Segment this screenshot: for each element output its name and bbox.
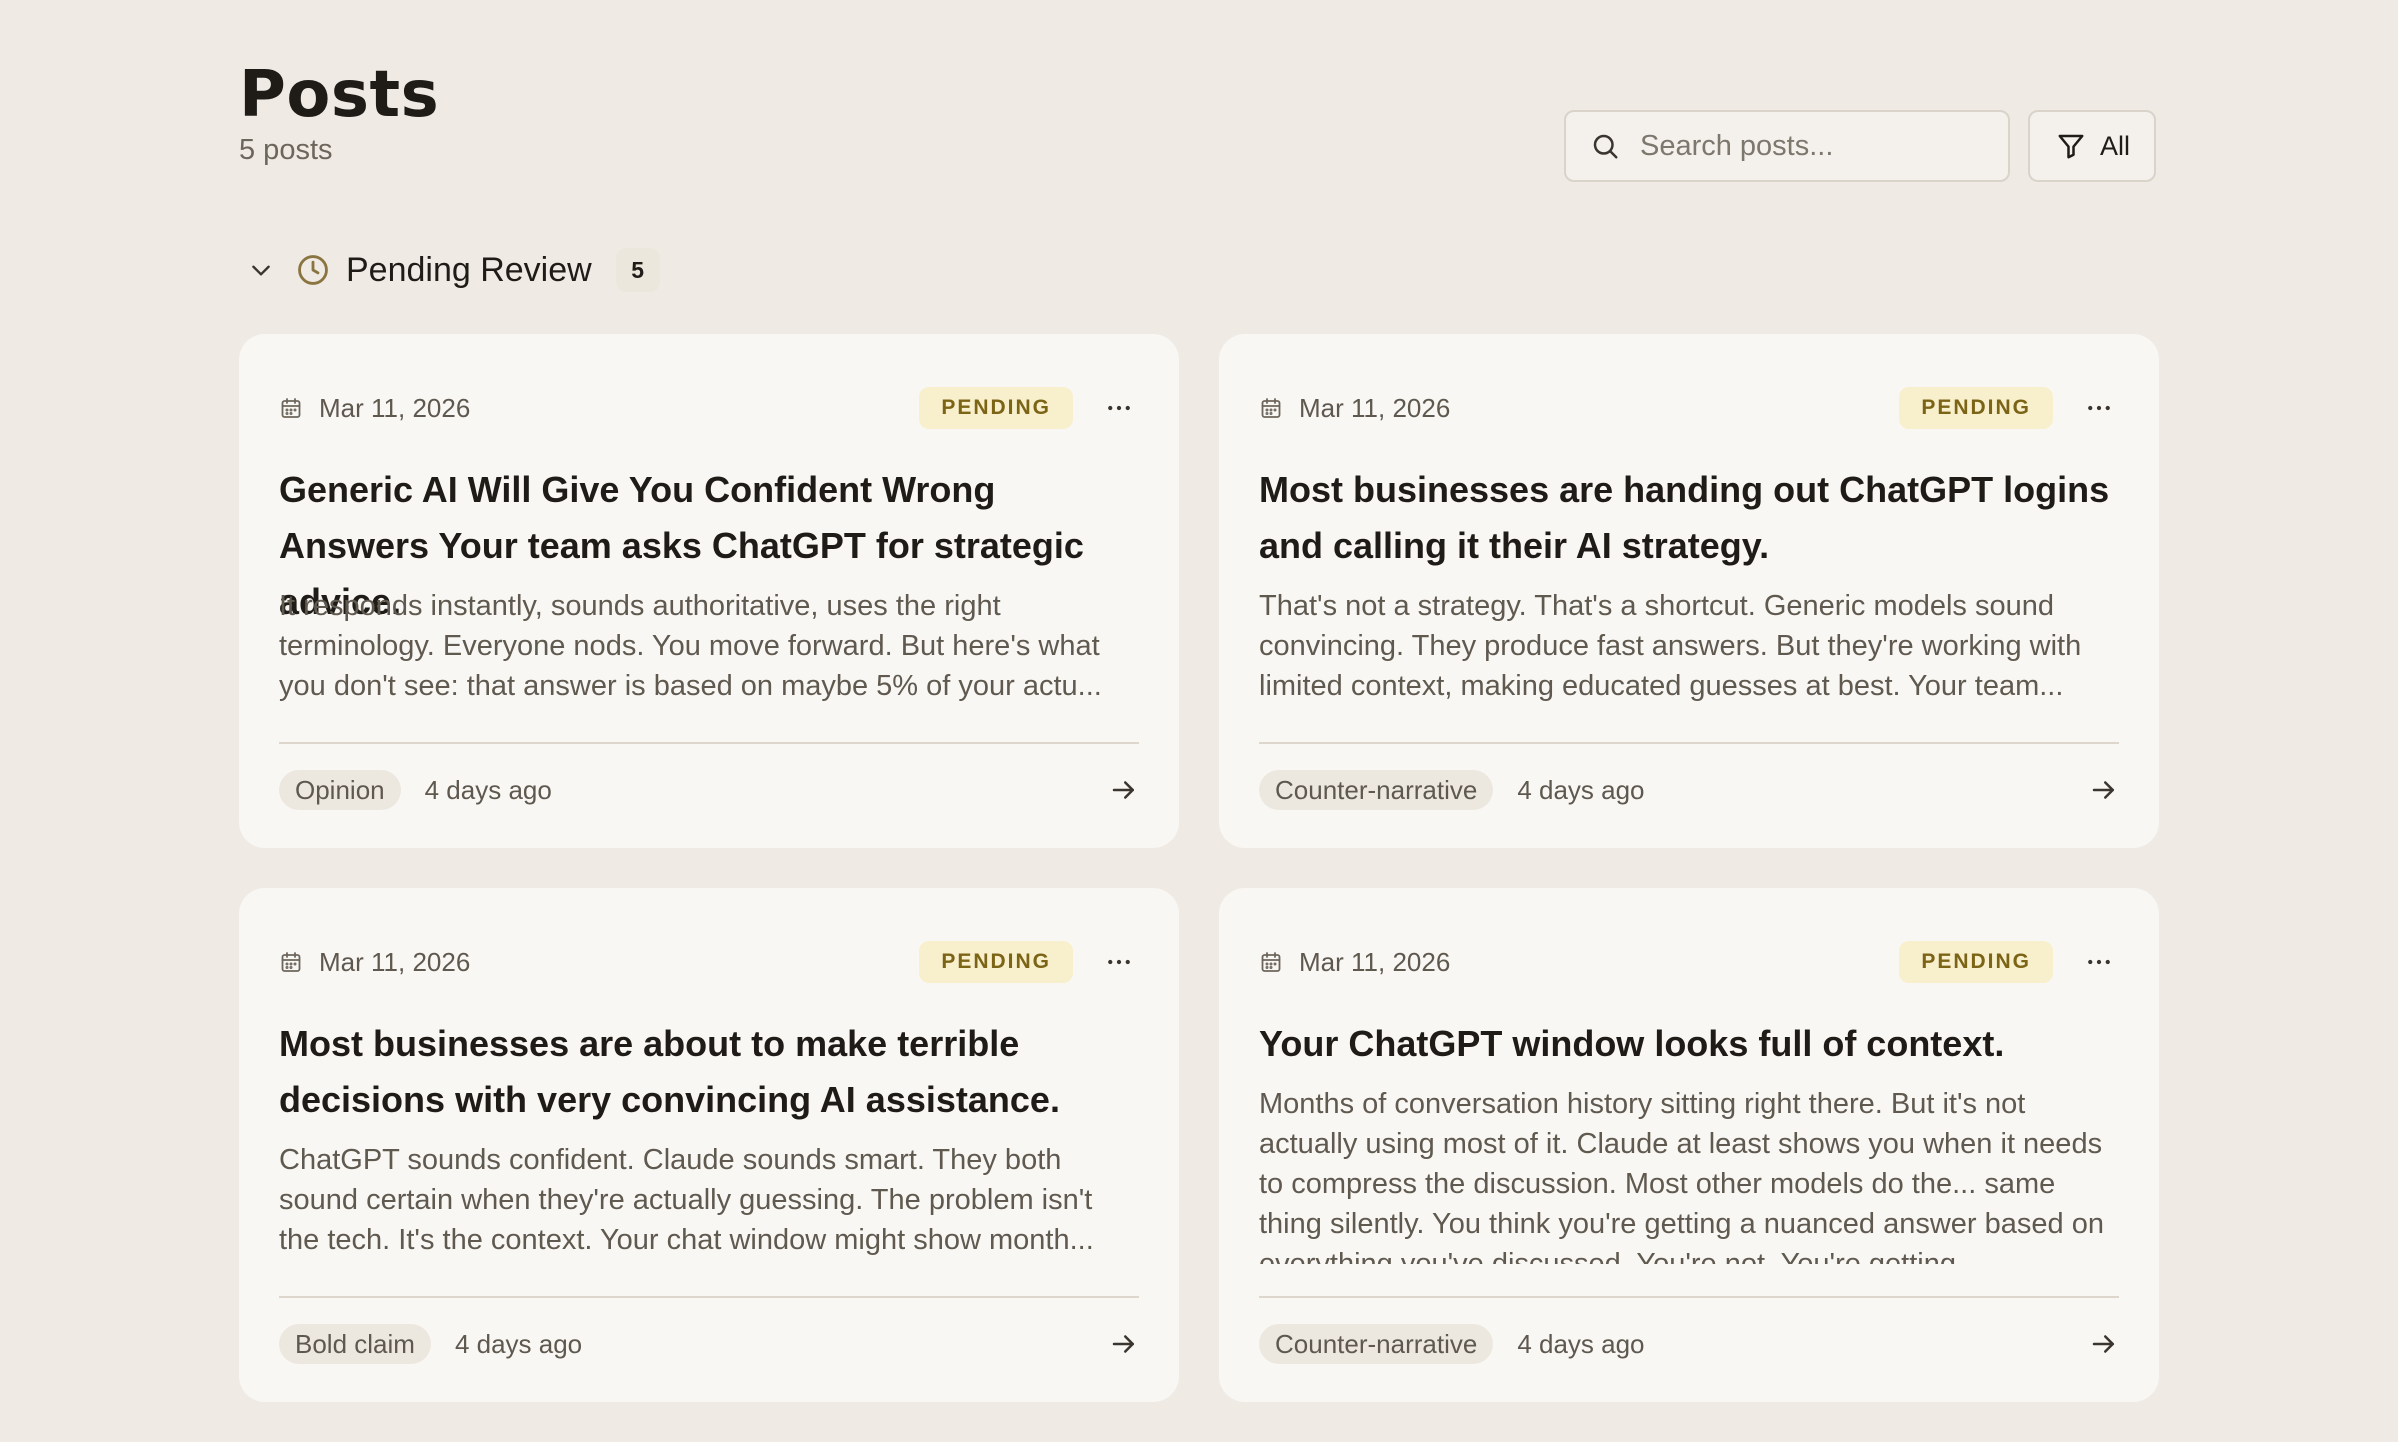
card-date-text: Mar 11, 2026	[319, 392, 471, 423]
time-ago: 4 days ago	[424, 774, 552, 805]
arrow-right-icon	[1112, 781, 1134, 799]
open-post-button[interactable]	[1109, 1329, 1139, 1359]
card-title[interactable]: Your ChatGPT window looks full of contex…	[1259, 1016, 2119, 1072]
post-count: 5 posts	[239, 134, 333, 166]
chevron-down-icon[interactable]	[248, 257, 274, 283]
filter-label: All	[2099, 130, 2130, 161]
time-ago: 4 days ago	[1517, 1328, 1645, 1359]
card-footer: Counter-narrative 4 days ago	[1259, 768, 2119, 812]
card-excerpt: Months of conversation history sitting r…	[1259, 1088, 2104, 1264]
card-date-text: Mar 11, 2026	[319, 946, 471, 977]
card-excerpt: That's not a strategy. That's a shortcut…	[1259, 590, 2082, 702]
card-date: Mar 11, 2026	[1259, 393, 1450, 424]
card-date: Mar 11, 2026	[279, 947, 470, 978]
card-date: Mar 11, 2026	[279, 393, 470, 424]
status-badge: PENDING	[1899, 941, 2053, 983]
status-badge: PENDING	[919, 941, 1073, 983]
card-excerpt: ChatGPT sounds confident. Claude sounds …	[279, 1144, 1094, 1256]
card-title[interactable]: Most businesses are about to make terrib…	[279, 1016, 1139, 1128]
card-divider	[279, 742, 1139, 744]
page-title: Posts	[239, 58, 440, 132]
calendar-icon	[279, 950, 319, 974]
more-options-button[interactable]	[2079, 388, 2119, 428]
card-footer: Counter-narrative 4 days ago	[1259, 1322, 2119, 1366]
search-input[interactable]	[1637, 128, 1982, 164]
post-card[interactable]: Mar 11, 2026 PENDING Generic AI Will Giv…	[239, 334, 1179, 848]
open-post-button[interactable]	[1109, 775, 1139, 805]
more-options-button[interactable]	[1099, 388, 1139, 428]
card-divider	[1259, 742, 2119, 744]
tag-chip: Opinion	[279, 770, 401, 810]
more-horizontal-icon	[1108, 405, 1130, 411]
card-header: Mar 11, 2026 PENDING	[1259, 940, 2119, 984]
post-card[interactable]: Mar 11, 2026 PENDING Your ChatGPT window…	[1219, 888, 2159, 1402]
filter-icon	[2056, 131, 2086, 161]
post-card[interactable]: Mar 11, 2026 PENDING Most businesses are…	[239, 888, 1179, 1402]
card-footer: Opinion 4 days ago	[279, 768, 1139, 812]
group-title: Pending Review	[346, 250, 592, 289]
status-badge: PENDING	[1899, 387, 2053, 429]
more-horizontal-icon	[1108, 959, 1130, 965]
card-date-text: Mar 11, 2026	[1299, 392, 1451, 423]
post-card[interactable]: Mar 11, 2026 PENDING Most businesses are…	[1219, 334, 2159, 848]
card-footer: Bold claim 4 days ago	[279, 1322, 1139, 1366]
more-horizontal-icon	[2088, 959, 2110, 965]
open-post-button[interactable]	[2089, 775, 2119, 805]
tag-chip: Counter-narrative	[1259, 1324, 1494, 1364]
more-options-button[interactable]	[2079, 942, 2119, 982]
posts-page: Posts 5 posts All	[0, 0, 2398, 1442]
time-ago: 4 days ago	[454, 1328, 583, 1359]
card-date: Mar 11, 2026	[1259, 947, 1450, 978]
filter-button[interactable]: All	[2027, 110, 2156, 182]
card-title[interactable]: Most businesses are handing out ChatGPT …	[1259, 462, 2119, 574]
search-box[interactable]	[1563, 110, 2010, 182]
arrow-right-icon	[2092, 1335, 2114, 1353]
group-header-pending-review[interactable]: Pending Review 5	[248, 246, 660, 294]
tag-chip: Bold claim	[279, 1324, 431, 1364]
clock-icon	[296, 253, 330, 287]
group-count-badge: 5	[615, 248, 660, 292]
open-post-button[interactable]	[2089, 1329, 2119, 1359]
arrow-right-icon	[1112, 1335, 1134, 1353]
more-options-button[interactable]	[1099, 942, 1139, 982]
page-header: Posts 5 posts	[239, 58, 439, 168]
calendar-icon	[279, 396, 319, 420]
toolbar: All	[1563, 110, 2156, 182]
posts-grid: Mar 11, 2026 PENDING Generic AI Will Giv…	[239, 334, 2159, 1402]
time-ago: 4 days ago	[1517, 774, 1645, 805]
arrow-right-icon	[2092, 781, 2114, 799]
calendar-icon	[1259, 396, 1299, 420]
card-header: Mar 11, 2026 PENDING	[279, 940, 1139, 984]
more-horizontal-icon	[2088, 405, 2110, 411]
status-badge: PENDING	[919, 387, 1073, 429]
card-divider	[1259, 1296, 2119, 1298]
card-divider	[279, 1296, 1139, 1298]
card-excerpt: It responds instantly, sounds authoritat…	[279, 590, 1102, 702]
search-icon	[1590, 131, 1620, 161]
card-header: Mar 11, 2026 PENDING	[279, 386, 1139, 430]
card-header: Mar 11, 2026 PENDING	[1259, 386, 2119, 430]
card-date-text: Mar 11, 2026	[1299, 946, 1451, 977]
calendar-icon	[1259, 950, 1299, 974]
tag-chip: Counter-narrative	[1259, 770, 1494, 810]
